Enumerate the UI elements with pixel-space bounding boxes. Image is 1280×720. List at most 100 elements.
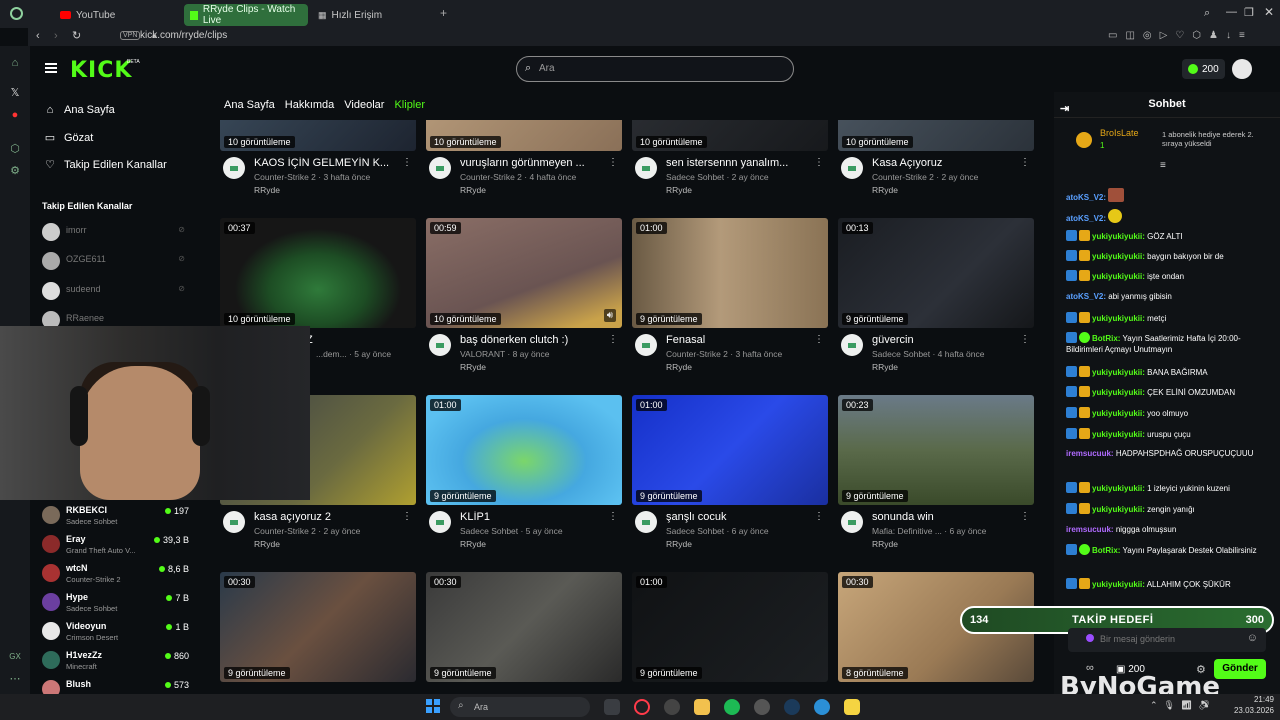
folder-icon[interactable] <box>694 699 710 715</box>
clip-title[interactable]: sen istersennn yanalım... <box>666 157 814 169</box>
gx-icon[interactable]: GX <box>8 650 22 664</box>
opera-gx-icon[interactable] <box>10 7 23 20</box>
tab-youtube[interactable]: YouTube <box>54 4 172 26</box>
chat-username[interactable]: atoKS_V2: <box>1066 292 1106 301</box>
live-channel[interactable]: wtcN Counter-Strike 2 8,6 B <box>40 560 195 588</box>
clip-thumbnail[interactable]: 01:00 9 görüntüleme <box>632 572 828 682</box>
clip-user[interactable]: RRyde <box>666 539 692 549</box>
more-options-icon[interactable]: ⋮ <box>814 334 824 345</box>
clip-thumbnail[interactable]: 00:13 9 görüntüleme <box>838 218 1034 328</box>
live-channel[interactable]: Hype Sadece Sohbet 7 B <box>40 589 195 617</box>
collapse-chat-icon[interactable]: ⇥ <box>1060 97 1069 121</box>
more-options-icon[interactable]: ⋮ <box>814 511 824 522</box>
kick-logo[interactable]: KICK <box>70 58 132 83</box>
clip-title[interactable]: güvercin <box>872 334 1020 346</box>
avatar[interactable] <box>429 334 451 356</box>
chat-username[interactable]: yukiyukiyukii: <box>1092 252 1145 261</box>
followed-channel[interactable]: imorr ⊘ <box>40 221 195 243</box>
followed-channel[interactable]: sudeend ⊘ <box>40 280 195 302</box>
more-options-icon[interactable]: ⋮ <box>1020 511 1030 522</box>
chat-username[interactable]: yukiyukiyukii: <box>1092 505 1145 514</box>
tab-home[interactable]: Ana Sayfa <box>224 99 275 111</box>
clip-user[interactable]: RRyde <box>460 362 486 372</box>
clip-thumbnail[interactable]: 10 görüntüleme <box>632 120 828 151</box>
maximize-button[interactable]: ❐ <box>1244 6 1254 19</box>
clip-thumbnail[interactable]: 00:30 9 görüntüleme <box>426 572 622 682</box>
avatar[interactable] <box>635 334 657 356</box>
avatar[interactable] <box>635 157 657 179</box>
smiley-icon[interactable]: ☺ <box>1247 632 1258 644</box>
more-options-icon[interactable]: ⋮ <box>814 157 824 168</box>
taskbar-search[interactable]: ⌕ Ara <box>450 697 590 717</box>
steam-icon[interactable] <box>784 699 800 715</box>
clip-title[interactable]: kasa açıyoruz 2 <box>254 511 402 523</box>
chat-username[interactable]: yukiyukiyukii: <box>1092 314 1145 323</box>
clip-thumbnail[interactable]: 00:37 10 görüntüleme <box>220 218 416 328</box>
clip-thumbnail[interactable]: 00:59 10 görüntüleme 🔊︎ <box>426 218 622 328</box>
chat-username[interactable]: yukiyukiyukii: <box>1092 232 1145 241</box>
more-options-icon[interactable]: ⋮ <box>608 157 618 168</box>
chat-username[interactable]: iremsucuuk: <box>1066 525 1114 534</box>
chat-username[interactable]: yukiyukiyukii: <box>1092 580 1145 589</box>
clip-thumbnail[interactable]: 01:00 9 görüntüleme <box>632 218 828 328</box>
task-view-icon[interactable] <box>604 699 620 715</box>
filter-icon[interactable]: ≡ <box>1160 160 1166 171</box>
emote-picker-icon[interactable] <box>1086 634 1094 642</box>
spotify-icon[interactable] <box>724 699 740 715</box>
windows-start-icon[interactable] <box>426 699 440 713</box>
more-options-icon[interactable]: ⋮ <box>402 511 412 522</box>
chat-username[interactable]: atoKS_V2: <box>1066 214 1106 223</box>
obs-icon[interactable] <box>664 699 680 715</box>
clip-user[interactable]: RRyde <box>254 539 280 549</box>
clip-title[interactable]: KLİP1 <box>460 511 608 523</box>
volume-icon[interactable]: 🔊︎ <box>603 309 616 322</box>
close-button[interactable]: ✕ <box>1264 5 1274 19</box>
extensions-icon[interactable]: ⬡ <box>8 142 22 156</box>
clip-title[interactable]: baş dönerken clutch :) <box>460 334 608 346</box>
chat-username[interactable]: yukiyukiyukii: <box>1092 368 1145 377</box>
followed-channel[interactable]: OZGE611 ⊘ <box>40 250 195 272</box>
extension-icons[interactable]: ▭◫◎▷♡⬡♟↓≡ <box>1108 30 1253 41</box>
more-options-icon[interactable]: ⋮ <box>1020 157 1030 168</box>
settings-icon[interactable]: ⚙ <box>8 164 22 178</box>
clip-thumbnail[interactable]: 10 görüntüleme <box>838 120 1034 151</box>
more-options-icon[interactable]: ⋮ <box>608 511 618 522</box>
reload-icon[interactable]: ↻ <box>72 29 81 42</box>
more-icon[interactable]: ⋯ <box>8 672 22 686</box>
chat-input[interactable]: Bir mesaj gönderin ☺ <box>1068 628 1266 652</box>
tab-quick-access[interactable]: ▦ Hızlı Erişim <box>312 4 432 26</box>
more-options-icon[interactable]: ⋮ <box>608 334 618 345</box>
gift-user[interactable]: BroIsLate <box>1100 128 1139 138</box>
avatar[interactable] <box>841 157 863 179</box>
clip-title[interactable]: vuruşların görünmeyen ... <box>460 157 608 169</box>
menu-icon[interactable] <box>45 63 57 73</box>
chat-username[interactable]: iremsucuuk: <box>1066 449 1114 458</box>
clip-user[interactable]: RRyde <box>666 185 692 195</box>
nav-browse[interactable]: ▭ Gözat <box>44 131 94 145</box>
nav-home[interactable]: ⌂ Ana Sayfa <box>44 104 115 116</box>
clip-title[interactable]: şanşlı cocuk <box>666 511 814 523</box>
avatar[interactable] <box>429 511 451 533</box>
nav-following[interactable]: ♡ Takip Edilen Kanallar <box>44 158 167 172</box>
clip-user[interactable]: RRyde <box>872 539 898 549</box>
live-channel[interactable]: H1vezZz Minecraft 860 <box>40 647 195 675</box>
youtube-side-icon[interactable]: ● <box>8 108 22 122</box>
tray-icons[interactable]: ⌃🎙︎📶︎🔊︎ <box>1150 700 1216 711</box>
chat-username[interactable]: yukiyukiyukii: <box>1092 388 1145 397</box>
clip-title[interactable]: KAOS İÇİN GELMEYİN K... <box>254 157 402 169</box>
forward-icon[interactable]: › <box>54 30 58 42</box>
tab-rryde-clips[interactable]: RRyde Clips - Watch Live <box>184 4 308 26</box>
clip-thumbnail[interactable]: 00:23 9 görüntüleme <box>838 395 1034 505</box>
chat-username[interactable]: yukiyukiyukii: <box>1092 409 1145 418</box>
chat-username[interactable]: yukiyukiyukii: <box>1092 430 1145 439</box>
tab-videos[interactable]: Videolar <box>344 99 384 111</box>
more-options-icon[interactable]: ⋮ <box>402 157 412 168</box>
clip-thumbnail[interactable]: 00:30 9 görüntüleme <box>220 572 416 682</box>
avatar[interactable] <box>841 334 863 356</box>
opera-icon[interactable] <box>634 699 650 715</box>
user-avatar[interactable] <box>1232 59 1252 79</box>
clip-thumbnail[interactable]: 10 görüntüleme <box>220 120 416 151</box>
live-channel[interactable]: Eray Grand Theft Auto V... 39,3 B <box>40 531 195 559</box>
back-icon[interactable]: ‹ <box>36 30 40 42</box>
avatar[interactable] <box>223 157 245 179</box>
